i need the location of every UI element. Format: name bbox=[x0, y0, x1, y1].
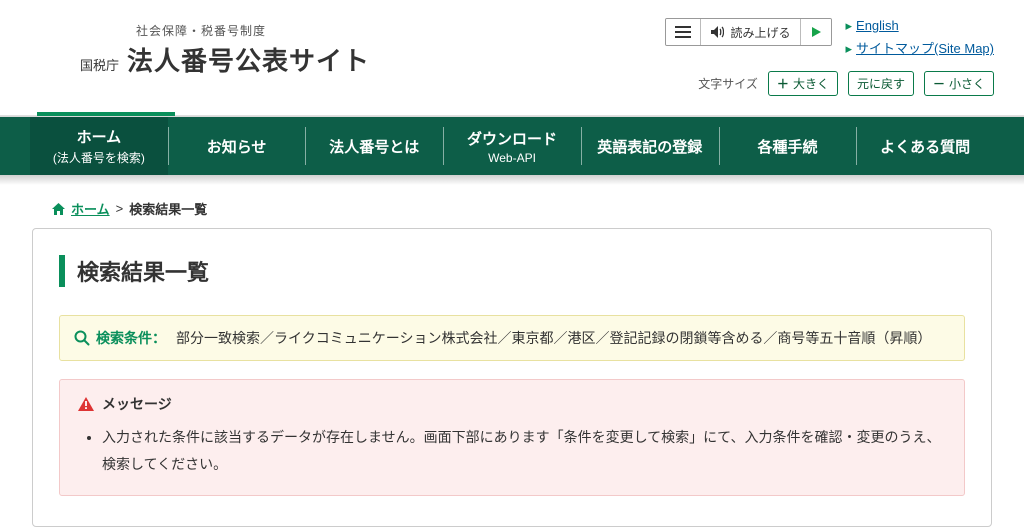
bullet-icon: ▸ bbox=[846, 18, 853, 34]
english-link[interactable]: English bbox=[856, 18, 899, 33]
sitemap-link[interactable]: サイトマップ(Site Map) bbox=[856, 41, 994, 56]
logo-title: 法人番号公表サイト bbox=[127, 41, 370, 78]
nav-faq-label: よくある質問 bbox=[858, 136, 992, 157]
tts-play-button[interactable]: 読み上げる bbox=[701, 19, 800, 45]
breadcrumb-home-link[interactable]: ホーム bbox=[71, 199, 110, 218]
nav-home-sublabel: (法人番号を検索) bbox=[32, 149, 166, 166]
nav-active-indicator bbox=[37, 112, 175, 116]
breadcrumb: ホーム > 検索結果一覧 bbox=[32, 199, 992, 218]
message-heading-text: メッセージ bbox=[102, 394, 172, 414]
main-nav: ホーム (法人番号を検索) お知らせ 法人番号とは ダウンロード Web-API… bbox=[0, 116, 1024, 175]
tts-menu-button[interactable] bbox=[666, 19, 701, 45]
tts-start-button[interactable] bbox=[801, 19, 831, 45]
nav-download[interactable]: ダウンロード Web-API bbox=[443, 117, 581, 175]
fontsize-larger-button[interactable]: ＋大きく bbox=[768, 71, 838, 96]
nav-procedures-label: 各種手続 bbox=[721, 136, 855, 157]
nav-shadow bbox=[0, 175, 1024, 185]
logo-supertitle: 社会保障・税番号制度 bbox=[136, 22, 370, 39]
search-conditions-text: 部分一致検索／ライクコミュニケーション株式会社／東京都／港区／登記記録の閉鎖等含… bbox=[176, 328, 931, 348]
nav-about[interactable]: 法人番号とは bbox=[305, 117, 443, 175]
nav-procedures[interactable]: 各種手続 bbox=[719, 117, 857, 175]
fontsize-label: 文字サイズ bbox=[698, 75, 758, 92]
nav-home[interactable]: ホーム (法人番号を検索) bbox=[30, 117, 168, 175]
message-list: 入力された条件に該当するデータが存在しません。画面下部にあります「条件を変更して… bbox=[102, 424, 946, 477]
fontsize-larger-label: 大きく bbox=[793, 75, 829, 92]
header-links: ▸English ▸サイトマップ(Site Map) bbox=[846, 18, 995, 57]
nav-news-label: お知らせ bbox=[170, 136, 304, 157]
search-conditions-label: 検索条件： bbox=[74, 328, 166, 348]
nav-about-label: 法人番号とは bbox=[307, 136, 441, 157]
breadcrumb-sep: > bbox=[116, 201, 124, 216]
bullet-icon: ▸ bbox=[846, 41, 853, 57]
search-icon bbox=[74, 330, 90, 346]
results-panel: 検索結果一覧 検索条件： 部分一致検索／ライクコミュニケーション株式会社／東京都… bbox=[32, 228, 992, 527]
message-box: メッセージ 入力された条件に該当するデータが存在しません。画面下部にあります「条… bbox=[59, 379, 965, 496]
nav-english-reg[interactable]: 英語表記の登録 bbox=[581, 117, 719, 175]
tts-toolbar: 読み上げる bbox=[665, 18, 831, 46]
nav-top-accent bbox=[0, 106, 1024, 116]
page-title: 検索結果一覧 bbox=[59, 255, 965, 287]
nav-download-sublabel: Web-API bbox=[445, 151, 579, 165]
message-item: 入力された条件に該当するデータが存在しません。画面下部にあります「条件を変更して… bbox=[102, 424, 946, 477]
nav-home-label: ホーム bbox=[32, 126, 166, 147]
logo-agency: 国税庁 bbox=[80, 55, 119, 74]
nav-download-label: ダウンロード bbox=[445, 128, 579, 149]
search-conditions-label-text: 検索条件： bbox=[96, 328, 166, 348]
breadcrumb-current: 検索結果一覧 bbox=[129, 199, 207, 218]
nav-news[interactable]: お知らせ bbox=[168, 117, 306, 175]
fontsize-reset-button[interactable]: 元に戻す bbox=[848, 71, 914, 96]
nav-faq[interactable]: よくある質問 bbox=[856, 117, 994, 175]
header-controls: 読み上げる ▸English ▸サイトマップ(Site Map) 文字サイズ ＋… bbox=[665, 18, 994, 96]
nav-english-reg-label: 英語表記の登録 bbox=[583, 136, 717, 157]
tts-label: 読み上げる bbox=[730, 24, 790, 41]
warning-icon bbox=[78, 397, 94, 411]
site-logo-block: 社会保障・税番号制度 国税庁 法人番号公表サイト bbox=[80, 18, 370, 78]
page-header: 社会保障・税番号制度 国税庁 法人番号公表サイト 読み上げる bbox=[0, 0, 1024, 106]
fontsize-smaller-label: 小さく bbox=[949, 75, 985, 92]
fontsize-reset-label: 元に戻す bbox=[857, 75, 905, 92]
fontsize-smaller-button[interactable]: －小さく bbox=[924, 71, 994, 96]
search-conditions-box: 検索条件： 部分一致検索／ライクコミュニケーション株式会社／東京都／港区／登記記… bbox=[59, 315, 965, 361]
message-heading: メッセージ bbox=[78, 394, 946, 414]
home-icon bbox=[52, 203, 65, 215]
